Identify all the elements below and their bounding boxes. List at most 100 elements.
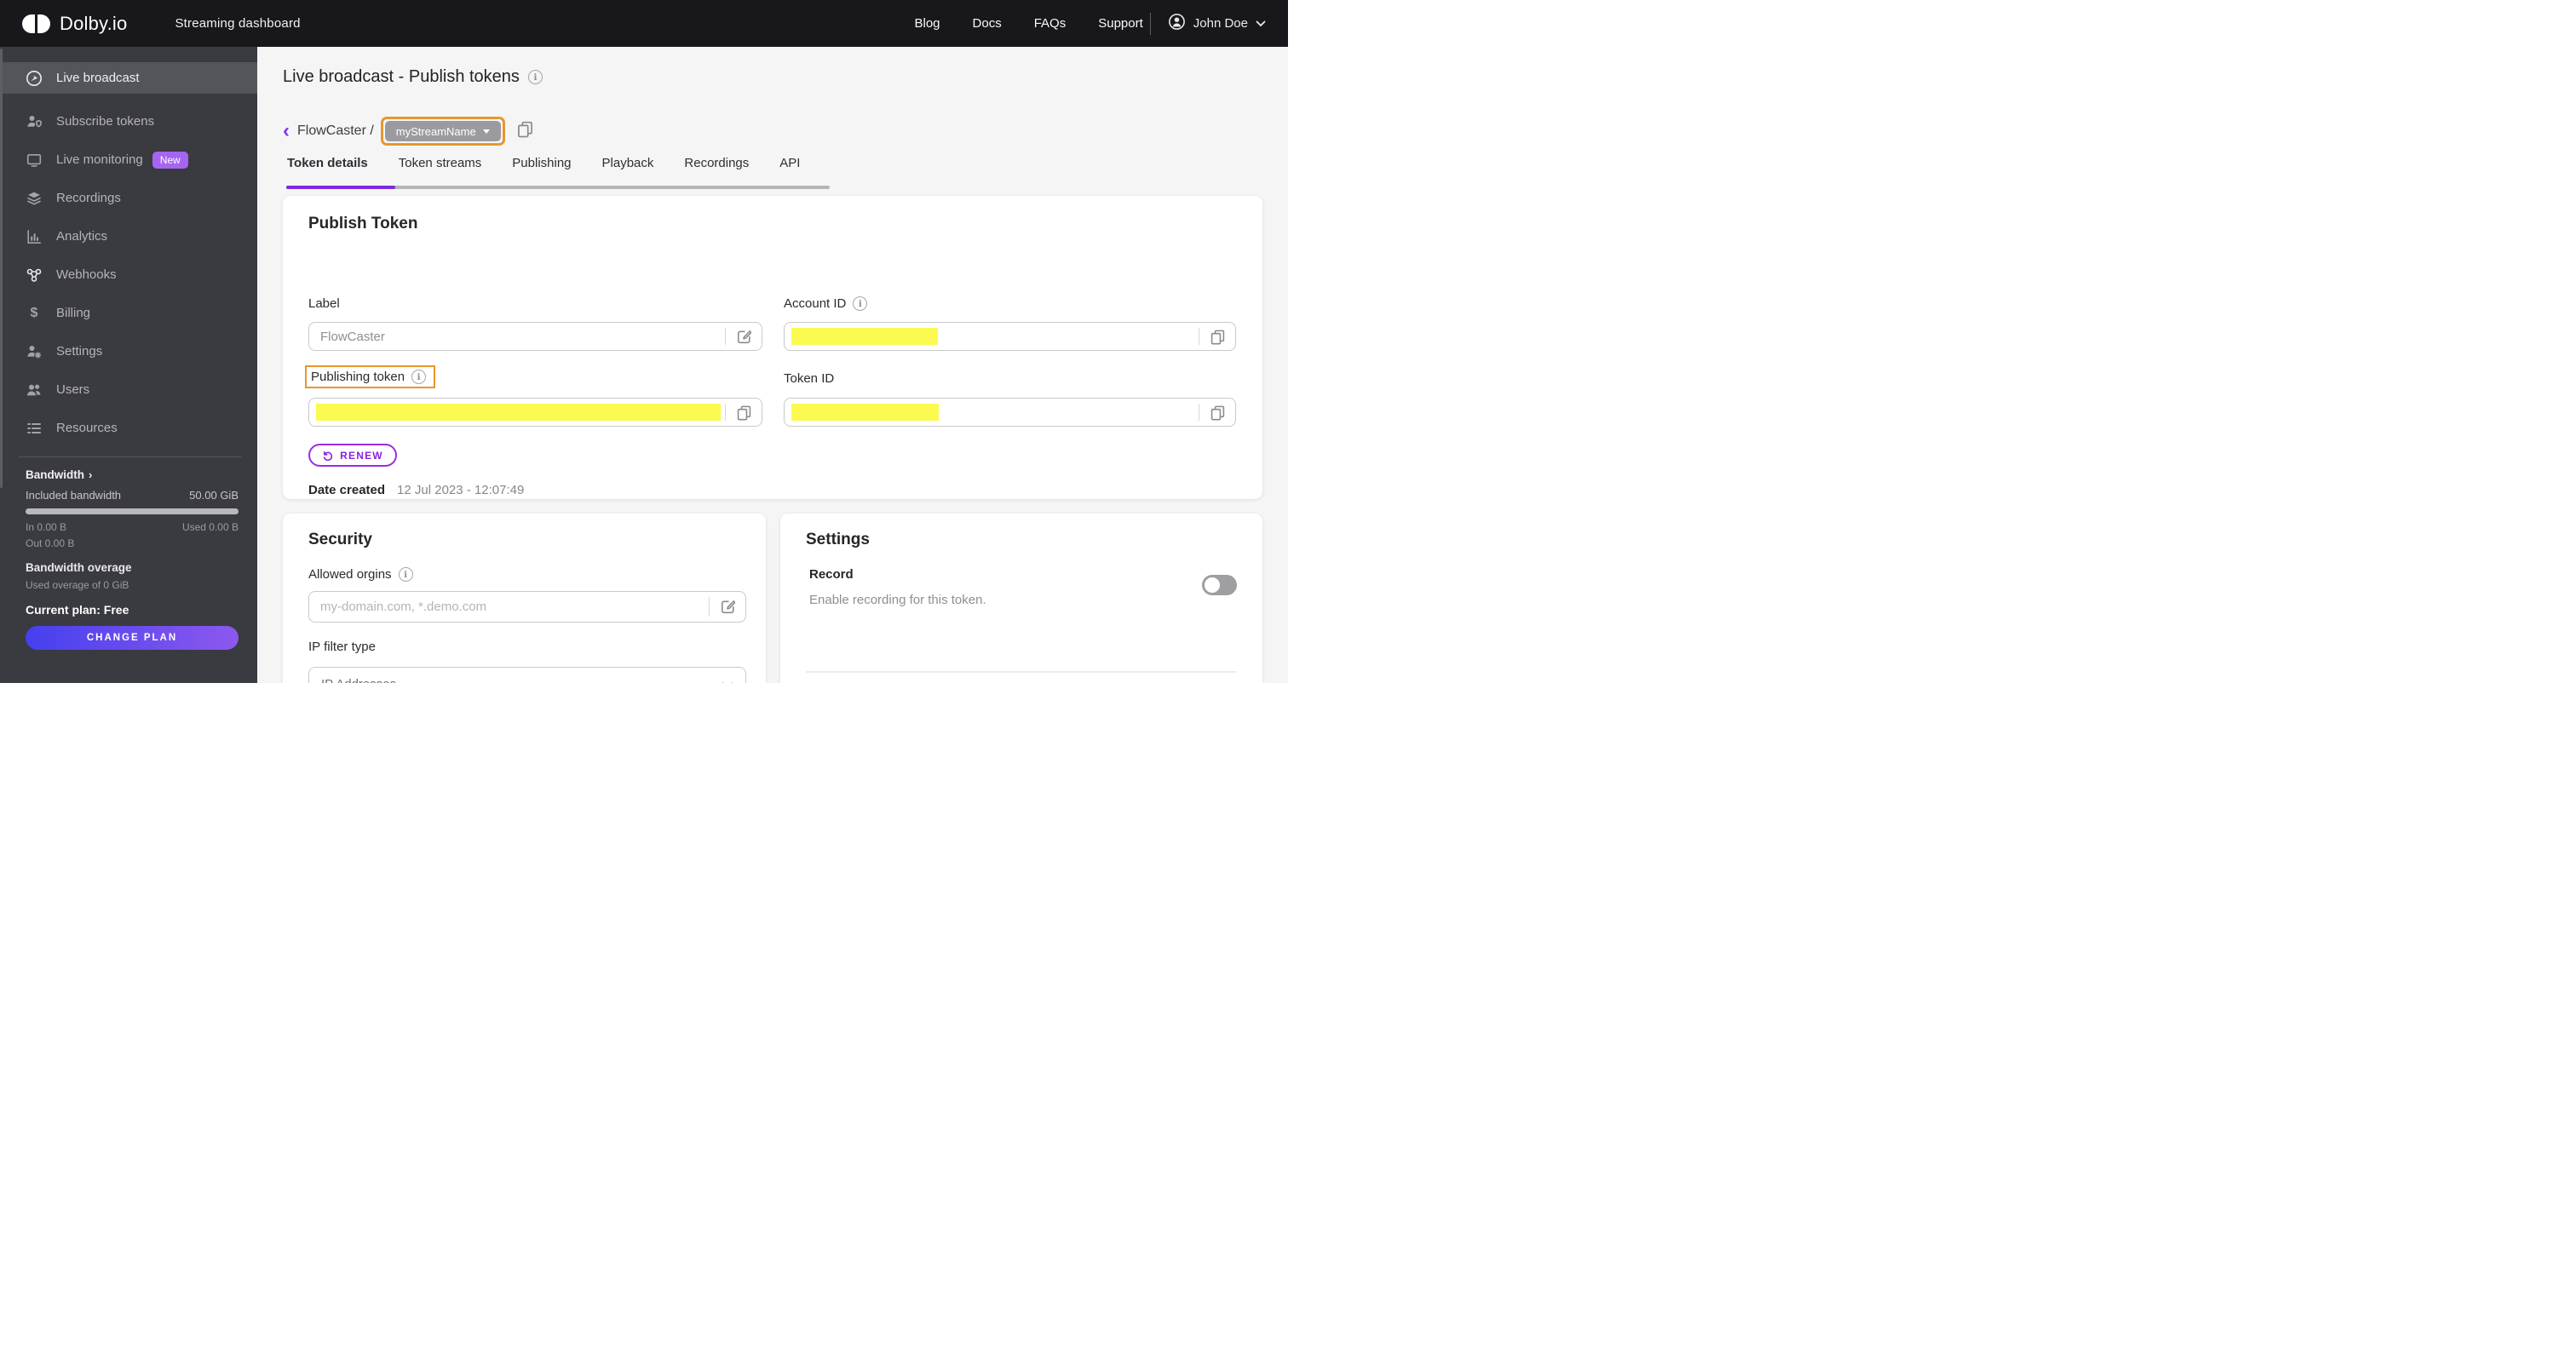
billing-icon: $ [30, 305, 38, 320]
streaming-dashboard-page: Dolby.io Streaming dashboard Blog Docs FAQ… [0, 0, 1288, 683]
sidebar-nav: Live broadcast Subscribe tokens Live monit… [0, 47, 257, 444]
sidebar-item-recordings[interactable]: Recordings [0, 182, 257, 214]
tab-api[interactable]: API [779, 156, 801, 170]
bandwidth-used: Used 0.00 B [181, 521, 239, 533]
ip-filter-type-value: IP Addresses [321, 677, 396, 683]
info-icon[interactable]: i [853, 296, 868, 311]
user-menu[interactable]: John Doe [1168, 13, 1266, 35]
page-title: Live broadcast - Publish tokens i [283, 67, 543, 87]
record-description: Enable recording for this token. [809, 593, 986, 607]
sidebar-item-live-broadcast[interactable]: Live broadcast [0, 62, 257, 94]
sidebar-item-billing[interactable]: $ Billing [0, 297, 257, 329]
sidebar-item-label: Live monitoring [56, 152, 143, 167]
tab-publishing[interactable]: Publishing [511, 156, 572, 170]
bandwidth-progress-bar [26, 508, 239, 514]
tab-recordings[interactable]: Recordings [683, 156, 750, 170]
renew-button[interactable]: RENEW [308, 444, 397, 467]
label-field-label: Label [308, 296, 340, 311]
date-created-value: 12 Jul 2023 - 12:07:49 [397, 483, 525, 497]
top-link-faqs[interactable]: FAQs [1034, 16, 1067, 31]
included-bandwidth-label: Included bandwidth [26, 489, 122, 502]
sidebar-item-webhooks[interactable]: Webhooks [0, 259, 257, 290]
settings-heading: Settings [806, 531, 870, 548]
info-icon[interactable]: i [411, 370, 427, 384]
bandwidth-overage-detail: Used overage of 0 GiB [26, 579, 129, 591]
publishing-token-field [308, 398, 762, 427]
account-id-field [784, 322, 1236, 351]
change-plan-button[interactable]: CHANGE PLAN [26, 626, 239, 650]
publishing-token-label: Publishing token i [311, 370, 427, 384]
date-created-row: Date created 12 Jul 2023 - 12:07:49 [308, 483, 524, 497]
sidebar-scrollbar[interactable] [0, 49, 3, 488]
settings-card: Settings Record Enable recording for thi… [780, 514, 1262, 683]
tab-playback[interactable]: Playback [601, 156, 655, 170]
redacted-publishing-token [316, 404, 721, 421]
tab-underline-track [286, 186, 830, 189]
dolby-logo[interactable]: Dolby.io [22, 13, 127, 35]
new-badge: New [152, 151, 188, 169]
top-link-docs[interactable]: Docs [973, 16, 1002, 31]
copy-icon[interactable] [1209, 328, 1227, 350]
sidebar-item-label: Subscribe tokens [56, 114, 155, 129]
ip-filter-type-select[interactable]: IP Addresses [308, 667, 746, 683]
security-card: Security Allowed orgins i IP filter type… [283, 514, 766, 683]
settings-divider [806, 671, 1237, 673]
breadcrumb-parent: FlowCaster / [297, 123, 374, 138]
brand-name: Dolby.io [60, 12, 128, 34]
dolby-double-d-icon [22, 14, 50, 33]
chevron-right-icon: › [89, 468, 93, 481]
recordings-icon [26, 190, 43, 207]
sidebar-item-live-monitoring[interactable]: Live monitoring New [0, 144, 257, 175]
sidebar-item-analytics[interactable]: Analytics [0, 221, 257, 252]
redacted-token-id [791, 404, 939, 421]
allowed-origins-input[interactable] [320, 592, 626, 622]
label-input[interactable] [320, 323, 637, 350]
info-icon[interactable]: i [398, 567, 413, 582]
app-title: Streaming dashboard [175, 16, 301, 31]
sidebar-item-subscribe-tokens[interactable]: Subscribe tokens [0, 106, 257, 137]
active-tab-underline [286, 186, 395, 189]
edit-icon[interactable] [735, 328, 753, 350]
sidebar-item-users[interactable]: Users [0, 374, 257, 405]
record-label: Record [809, 567, 854, 582]
caret-down-icon [482, 129, 490, 134]
bandwidth-in: In 0.00 B [26, 521, 67, 533]
live-monitoring-icon [26, 152, 43, 169]
main-content: Live broadcast - Publish tokens i ‹ Flow… [257, 47, 1288, 683]
copy-stream-name-icon[interactable] [515, 119, 535, 143]
sidebar-item-resources[interactable]: Resources [0, 412, 257, 444]
edit-icon[interactable] [719, 598, 737, 620]
user-avatar-icon [1168, 13, 1186, 35]
copy-icon[interactable] [1209, 404, 1227, 426]
bandwidth-title[interactable]: Bandwidth › [26, 468, 239, 481]
bandwidth-overage-title: Bandwidth overage [26, 561, 132, 574]
highlight-annotation-stream: myStreamName [380, 117, 505, 146]
tab-token-details[interactable]: Token details [286, 156, 369, 170]
sidebar-item-label: Billing [56, 306, 91, 320]
allowed-origins-field [308, 591, 746, 623]
label-field [308, 322, 762, 351]
redacted-account-id [791, 328, 938, 345]
sidebar-item-label: Live broadcast [56, 71, 140, 85]
webhooks-icon [26, 267, 43, 284]
sidebar-item-label: Analytics [56, 229, 108, 244]
record-toggle[interactable] [1202, 575, 1237, 595]
copy-icon[interactable] [735, 404, 753, 426]
token-id-label: Token ID [784, 371, 835, 386]
allowed-origins-label: Allowed orgins i [308, 567, 413, 582]
tab-token-streams[interactable]: Token streams [398, 156, 483, 170]
subscribe-tokens-icon [26, 113, 43, 130]
stream-name-dropdown[interactable]: myStreamName [384, 121, 501, 141]
publish-token-card: Publish Token Label Account ID i [283, 196, 1262, 531]
sidebar-item-label: Settings [56, 344, 103, 359]
top-link-support[interactable]: Support [1098, 16, 1143, 31]
bandwidth-out: Out 0.00 B [26, 537, 75, 549]
breadcrumb: ‹ FlowCaster / myStreamName [283, 117, 535, 146]
top-link-blog[interactable]: Blog [915, 16, 940, 31]
info-icon[interactable]: i [527, 70, 543, 84]
back-chevron-icon[interactable]: ‹ [283, 121, 290, 141]
top-nav: Blog Docs FAQs Support [915, 16, 1143, 31]
current-plan: Current plan: Free [26, 603, 129, 617]
sidebar-item-settings[interactable]: Settings [0, 336, 257, 367]
account-id-label: Account ID i [784, 296, 868, 311]
